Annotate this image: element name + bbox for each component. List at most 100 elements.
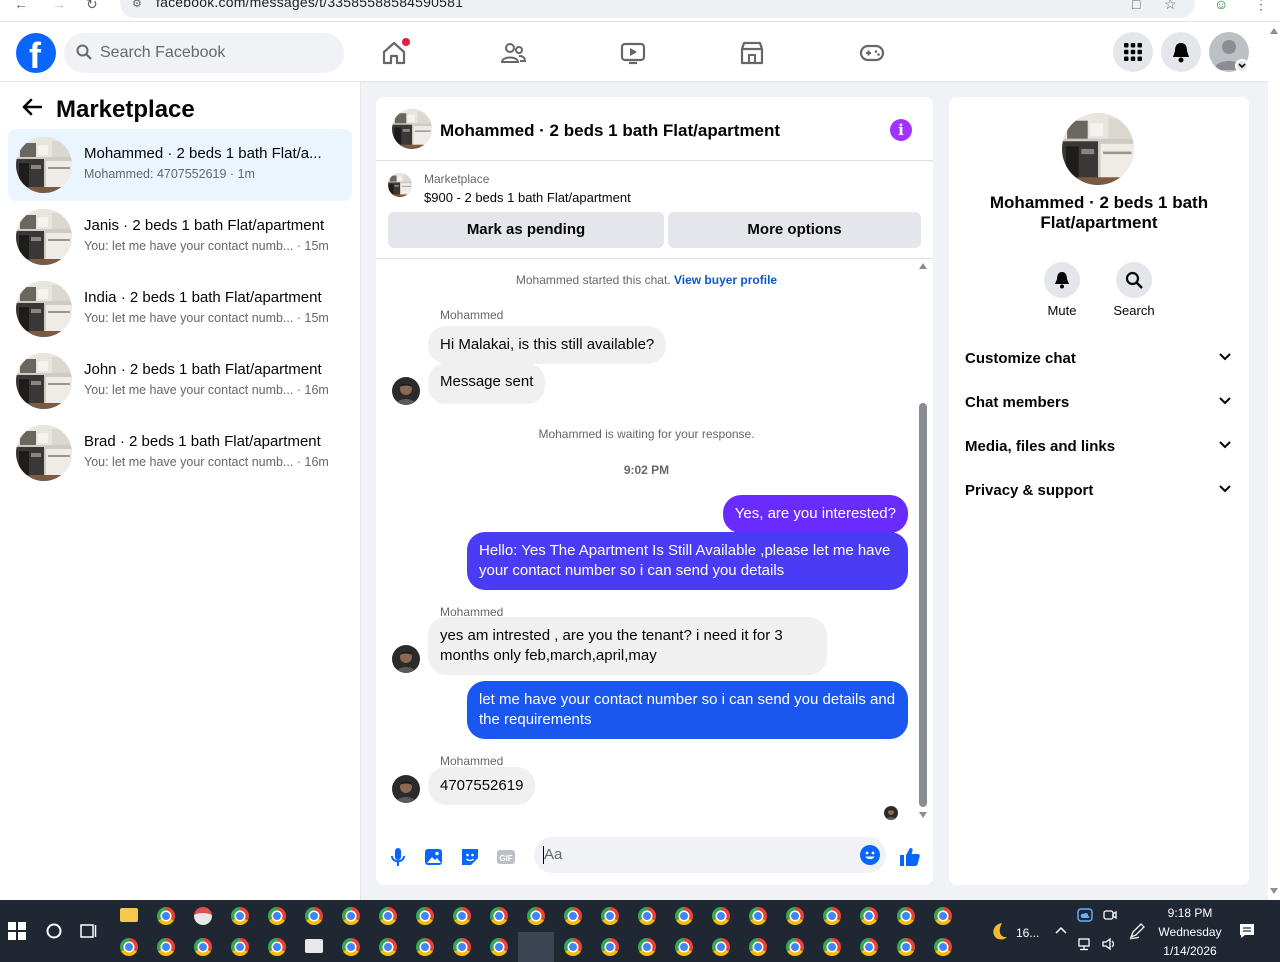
chrome-icon[interactable]: [712, 938, 730, 956]
back-arrow-icon[interactable]: [22, 98, 42, 116]
chrome-icon[interactable]: [490, 907, 508, 925]
chat-avatar[interactable]: [392, 109, 432, 149]
cortana-icon[interactable]: [46, 923, 62, 939]
chrome-icon[interactable]: [453, 938, 471, 956]
microphone-icon[interactable]: [386, 845, 410, 869]
scroll-down-arrow-icon[interactable]: [1270, 888, 1278, 894]
chrome-icon[interactable]: [379, 938, 397, 956]
chrome-icon[interactable]: [860, 938, 878, 956]
chrome-icon[interactable]: [601, 938, 619, 956]
chrome-icon[interactable]: [823, 907, 841, 925]
sender-avatar[interactable]: [392, 377, 420, 405]
sender-avatar[interactable]: [392, 645, 420, 673]
cast-icon[interactable]: □: [1132, 0, 1140, 16]
weather-moon-icon[interactable]: [986, 920, 1010, 944]
conversation-item[interactable]: John · 2 beds 1 bath Flat/apartment You: …: [8, 345, 352, 417]
chrome-icon[interactable]: [675, 938, 693, 956]
pen-icon[interactable]: [1128, 922, 1146, 940]
chrome-icon[interactable]: [527, 907, 545, 925]
chat-title[interactable]: Mohammed · 2 beds 1 bath Flat/apartment: [440, 121, 780, 141]
sender-avatar[interactable]: [392, 775, 420, 803]
marketplace-icon[interactable]: [738, 39, 766, 67]
chrome-icon[interactable]: [453, 907, 471, 925]
search-input[interactable]: Search Facebook: [64, 33, 344, 73]
incoming-message[interactable]: yes am intrested , are you the tenant? i…: [428, 617, 827, 675]
video-editor-icon[interactable]: [305, 939, 323, 953]
video-icon[interactable]: [619, 39, 647, 67]
chrome-icon[interactable]: [268, 907, 286, 925]
chrome-icon[interactable]: [379, 907, 397, 925]
chrome-icon[interactable]: [786, 907, 804, 925]
chrome-icon[interactable]: [860, 907, 878, 925]
chrome-icon[interactable]: [157, 938, 175, 956]
menu-grid-button[interactable]: [1113, 32, 1153, 72]
incoming-message[interactable]: Hi Malakai, is this still available?: [428, 326, 667, 364]
message-scrollbar[interactable]: [919, 403, 927, 807]
clock-date[interactable]: 1/14/2026: [1150, 944, 1230, 958]
conversation-item[interactable]: Mohammed · 2 beds 1 bath Flat/a... Mohamm…: [8, 129, 352, 201]
details-section-chat-members[interactable]: Chat members: [957, 383, 1241, 423]
view-buyer-profile-link[interactable]: View buyer profile: [674, 273, 777, 287]
chrome-icon[interactable]: [342, 907, 360, 925]
incoming-message[interactable]: Message sent: [428, 363, 546, 404]
details-section-customize-chat[interactable]: Customize chat: [957, 339, 1241, 379]
outgoing-message[interactable]: Hello: Yes The Apartment Is Still Availa…: [467, 532, 908, 590]
clock-day[interactable]: Wednesday: [1150, 925, 1230, 939]
chrome-icon[interactable]: [749, 907, 767, 925]
info-icon[interactable]: i: [890, 119, 912, 141]
chrome-icon[interactable]: [490, 938, 508, 956]
conversation-item[interactable]: Janis · 2 beds 1 bath Flat/apartment You:…: [8, 201, 352, 273]
chrome-icon[interactable]: [823, 938, 841, 956]
emoji-icon[interactable]: [860, 845, 880, 865]
chrome-icon[interactable]: [786, 938, 804, 956]
notification-center-icon[interactable]: [1238, 922, 1256, 940]
chrome-icon[interactable]: [638, 907, 656, 925]
back-icon[interactable]: ←: [14, 0, 28, 16]
onedrive-icon[interactable]: [1077, 908, 1093, 922]
outgoing-message[interactable]: Yes, are you interested?: [722, 495, 908, 533]
chrome-icon[interactable]: [231, 938, 249, 956]
gif-icon[interactable]: GIF: [494, 845, 518, 869]
page-scrollbar[interactable]: [1268, 22, 1280, 900]
photo-icon[interactable]: [422, 845, 446, 869]
conversation-item[interactable]: India · 2 beds 1 bath Flat/apartment You:…: [8, 273, 352, 345]
browser-menu-icon[interactable]: ⋮: [1254, 0, 1268, 16]
chevron-up-icon[interactable]: [1055, 926, 1067, 934]
forward-icon[interactable]: →: [52, 0, 66, 16]
chrome-icon[interactable]: [342, 938, 360, 956]
chrome-icon[interactable]: [934, 907, 952, 925]
message-input[interactable]: Aa: [534, 837, 886, 873]
chrome-icon[interactable]: [601, 907, 619, 925]
volume-icon[interactable]: [1101, 937, 1117, 951]
chrome-icon[interactable]: [749, 938, 767, 956]
chrome-icon[interactable]: [231, 907, 249, 925]
mark-as-pending-button[interactable]: Mark as pending: [388, 212, 664, 248]
app-icon[interactable]: [194, 907, 212, 925]
camera-icon[interactable]: [1102, 908, 1118, 922]
conversation-item[interactable]: Brad · 2 beds 1 bath Flat/apartment You: …: [8, 417, 352, 489]
chrome-icon[interactable]: [305, 907, 323, 925]
listing-thumbnail[interactable]: [388, 173, 412, 197]
notifications-button[interactable]: [1161, 32, 1201, 72]
details-section-media-files-and-links[interactable]: Media, files and links: [957, 427, 1241, 467]
chrome-icon[interactable]: [157, 907, 175, 925]
details-section-privacy-support[interactable]: Privacy & support: [957, 471, 1241, 511]
chrome-icon[interactable]: [416, 938, 434, 956]
chrome-icon[interactable]: [897, 907, 915, 925]
profile-icon[interactable]: ☺: [1214, 0, 1228, 16]
sticker-icon[interactable]: [458, 845, 482, 869]
chrome-icon[interactable]: [120, 938, 138, 956]
chrome-icon[interactable]: [564, 938, 582, 956]
outgoing-message[interactable]: let me have your contact number so i can…: [467, 681, 908, 739]
chrome-icon[interactable]: [194, 938, 212, 956]
chrome-icon[interactable]: [564, 907, 582, 925]
scroll-up-arrow-icon[interactable]: [919, 263, 927, 269]
account-dropdown-button[interactable]: [1235, 59, 1249, 73]
like-thumb-icon[interactable]: [898, 845, 922, 869]
chrome-icon[interactable]: [416, 907, 434, 925]
windows-start-icon[interactable]: [8, 922, 26, 940]
file-explorer-icon[interactable]: [120, 908, 138, 922]
chrome-icon[interactable]: [268, 938, 286, 956]
gaming-icon[interactable]: [858, 39, 886, 67]
facebook-logo[interactable]: f: [16, 33, 56, 76]
